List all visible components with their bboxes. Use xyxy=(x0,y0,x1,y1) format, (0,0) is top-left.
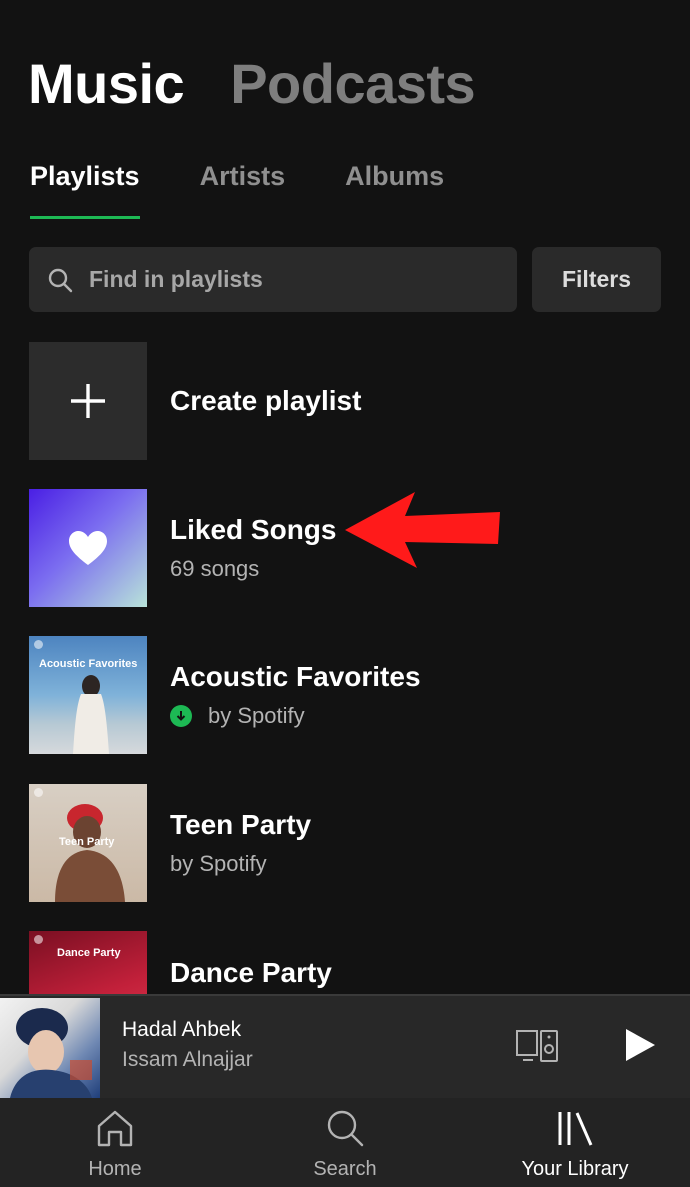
playlist-title: Teen Party xyxy=(170,809,312,840)
search-icon xyxy=(327,1110,364,1147)
playlist-title: Acoustic Favorites xyxy=(170,661,421,692)
liked-songs-cover xyxy=(29,489,147,607)
bottom-nav: Home Search Your Library xyxy=(0,1098,690,1187)
nav-your-library[interactable]: Your Library xyxy=(460,1098,690,1187)
plus-icon xyxy=(71,384,105,418)
create-playlist-thumb xyxy=(29,342,147,460)
downloaded-icon xyxy=(170,705,192,727)
search-icon xyxy=(48,268,73,292)
nav-home[interactable]: Home xyxy=(0,1098,230,1187)
nav-label: Home xyxy=(88,1158,142,1180)
list-item-acoustic-favorites[interactable]: Acoustic Favorites Acoustic Favorites by… xyxy=(29,636,669,754)
tab-podcasts[interactable]: Podcasts xyxy=(230,52,476,116)
playlist-subtitle: 69 songs xyxy=(170,554,336,584)
search-input[interactable] xyxy=(87,265,491,294)
acoustic-favorites-cover: Acoustic Favorites xyxy=(29,636,147,754)
search-box[interactable] xyxy=(29,247,517,312)
song-count: 69 songs xyxy=(170,556,260,581)
nav-label: Search xyxy=(313,1158,377,1180)
track-artist: Issam Alnajjar xyxy=(122,1048,253,1071)
spotify-logo-icon xyxy=(34,935,43,944)
nav-label: Your Library xyxy=(521,1158,629,1180)
list-item-teen-party[interactable]: Teen Party Teen Party by Spotify xyxy=(29,784,669,902)
track-title: Hadal Ahbek xyxy=(122,1018,242,1041)
spotify-logo-icon xyxy=(34,640,43,649)
person-silhouette xyxy=(73,675,109,754)
tab-albums[interactable]: Albums xyxy=(345,158,444,218)
top-tabs: Music Podcasts xyxy=(28,52,476,116)
tab-playlists[interactable]: Playlists xyxy=(30,158,140,219)
playlist-title: Liked Songs xyxy=(170,514,337,545)
list-item-create-playlist[interactable]: Create playlist xyxy=(29,342,669,460)
library-icon xyxy=(558,1112,593,1146)
nav-search[interactable]: Search xyxy=(230,1098,460,1187)
playlist-subtitle: by Spotify xyxy=(170,701,421,731)
cover-text: Dance Party xyxy=(57,947,121,959)
heart-icon xyxy=(69,531,107,565)
playlist-title: Dance Party xyxy=(170,957,332,988)
teen-party-cover: Teen Party xyxy=(29,784,147,902)
play-icon[interactable] xyxy=(624,1028,656,1062)
now-playing-artwork xyxy=(0,998,100,1098)
cover-text: Acoustic Favorites xyxy=(39,658,138,670)
now-playing-bar[interactable]: Hadal Ahbek Issam Alnajjar xyxy=(0,994,690,1100)
tab-artists[interactable]: Artists xyxy=(200,158,286,218)
annotation-arrow-icon xyxy=(345,492,500,568)
home-icon xyxy=(97,1110,133,1147)
playlist-owner: by Spotify xyxy=(170,851,267,876)
filters-button[interactable]: Filters xyxy=(532,247,661,312)
tab-music[interactable]: Music xyxy=(28,52,185,116)
devices-icon[interactable] xyxy=(515,1029,559,1063)
sub-tabs: Playlists Artists Albums xyxy=(30,158,444,219)
cover-text: Teen Party xyxy=(59,836,115,848)
playlist-subtitle: by Spotify xyxy=(170,849,311,879)
playlist-title: Create playlist xyxy=(170,385,362,416)
playlist-owner: by Spotify xyxy=(208,703,305,728)
